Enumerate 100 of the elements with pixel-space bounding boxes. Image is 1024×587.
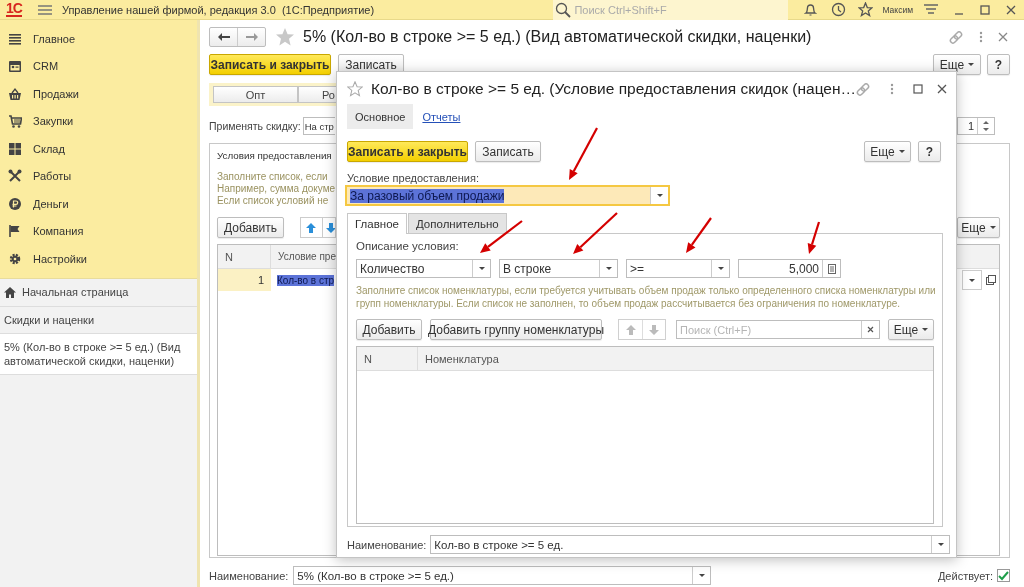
sidebar-item[interactable]: Продажи bbox=[0, 80, 197, 108]
field-label: Описание условия: bbox=[356, 240, 460, 254]
save-button[interactable]: Записать bbox=[475, 141, 541, 162]
tab[interactable]: Главное bbox=[347, 213, 407, 234]
id-card-icon bbox=[8, 59, 22, 74]
more-icon[interactable] bbox=[890, 83, 895, 95]
hint-text: Например, сумма докуме bbox=[217, 183, 336, 195]
field-label: Условие предоставления: bbox=[347, 172, 480, 185]
more-icon[interactable] bbox=[979, 31, 983, 43]
check-icon bbox=[998, 570, 1009, 581]
number-field[interactable]: 5,000 bbox=[738, 259, 841, 278]
more-button[interactable]: Еще bbox=[888, 319, 934, 340]
move-up-icon bbox=[625, 324, 636, 335]
caret-icon bbox=[898, 149, 905, 154]
condition-field[interactable]: За разовый объем продажи bbox=[345, 185, 670, 206]
help-button[interactable]: ? bbox=[918, 141, 941, 162]
apply-field[interactable]: На стр bbox=[302, 117, 335, 135]
maximize-icon[interactable] bbox=[913, 84, 924, 94]
save-close-button[interactable]: Записать и закрыть bbox=[347, 141, 468, 162]
help-button[interactable]: ? bbox=[987, 54, 1010, 75]
field-label: Наименование: bbox=[347, 538, 427, 551]
caret-icon bbox=[922, 327, 929, 332]
move-down-icon bbox=[325, 222, 335, 233]
link-icon[interactable] bbox=[856, 82, 871, 96]
name-field[interactable]: Кол-во в строке >= 5 ед. bbox=[430, 535, 951, 554]
search-icon bbox=[555, 1, 572, 18]
star-icon[interactable] bbox=[275, 27, 295, 47]
app-logo: 1С bbox=[6, 2, 22, 17]
name-field[interactable]: 5% (Кол-во в строке >= 5 ед.) bbox=[293, 566, 712, 585]
nav-tab[interactable]: Основное bbox=[347, 104, 414, 129]
sidebar-item[interactable]: CRM bbox=[0, 52, 197, 80]
column-header: N bbox=[218, 245, 271, 268]
segment-tab[interactable]: Ро bbox=[298, 86, 336, 103]
maximize-icon[interactable] bbox=[980, 4, 990, 15]
spin-icon bbox=[983, 121, 989, 131]
select-field[interactable]: >= bbox=[626, 259, 730, 278]
save-close-button[interactable]: Записать и закрыть bbox=[209, 54, 331, 75]
segment-tab[interactable]: Опт bbox=[213, 86, 298, 103]
column-header: Номенклатура bbox=[424, 351, 500, 367]
hint-text: Заполните список, если bbox=[217, 171, 328, 183]
sidebar-item[interactable]: Настройки bbox=[0, 245, 197, 273]
more-button[interactable]: Еще bbox=[933, 54, 981, 75]
close-icon[interactable] bbox=[937, 84, 948, 94]
close-icon[interactable] bbox=[1006, 4, 1016, 15]
annotation-arrow bbox=[807, 221, 821, 254]
add-button[interactable]: Добавить bbox=[217, 217, 284, 238]
caret-icon bbox=[936, 542, 945, 547]
hint-text: Если список условий не bbox=[217, 195, 329, 207]
select-field[interactable]: В строке bbox=[499, 259, 618, 278]
bell-icon[interactable] bbox=[804, 2, 818, 17]
home-icon bbox=[4, 286, 16, 298]
back-arrow-icon bbox=[217, 33, 230, 41]
sidebar-item[interactable]: Работы bbox=[0, 162, 197, 190]
field-label: Действует: bbox=[937, 569, 993, 582]
cell-field[interactable] bbox=[962, 270, 982, 290]
link-icon[interactable] bbox=[949, 30, 963, 44]
history-icon[interactable] bbox=[831, 2, 847, 17]
form-title: 5% (Кол-во в строке >= 5 ед.) (Вид автоматической скидки, наценки) bbox=[303, 28, 812, 46]
menu-icon[interactable] bbox=[37, 4, 52, 15]
coin-icon bbox=[8, 196, 22, 211]
add-button[interactable]: Добавить bbox=[356, 319, 422, 340]
caret-icon bbox=[697, 573, 706, 578]
history-item[interactable]: Скидки и наценки bbox=[0, 306, 197, 334]
sidebar-item[interactable]: Склад bbox=[0, 135, 197, 163]
select-field[interactable]: Количество bbox=[356, 259, 491, 278]
app-title: Управление нашей фирмой, редакция 3.0 (1С:Предприятие) bbox=[61, 3, 375, 16]
caret-icon bbox=[477, 266, 486, 271]
star-icon[interactable] bbox=[347, 81, 363, 97]
star-icon[interactable] bbox=[858, 2, 874, 17]
move-down-icon bbox=[649, 324, 659, 335]
sidebar-item[interactable]: Закупки bbox=[0, 107, 197, 135]
grid-icon bbox=[8, 141, 22, 156]
group-title: Условия предоставления bbox=[217, 149, 332, 163]
add-group-button[interactable]: Добавить группу номенклатуры bbox=[430, 319, 602, 340]
nav-link[interactable]: Отчеты bbox=[414, 104, 469, 129]
close-icon[interactable] bbox=[998, 32, 1008, 42]
history-item[interactable]: Начальная страница bbox=[0, 278, 197, 307]
spin-field[interactable]: 1 bbox=[957, 117, 995, 135]
settings-menu-icon[interactable] bbox=[924, 4, 938, 15]
tab[interactable]: Дополнительно bbox=[407, 213, 507, 233]
history-item[interactable]: 5% (Кол-во в строке >= 5 ед.) (Вид автоматической скидки, наценки) bbox=[0, 333, 197, 375]
basket-icon bbox=[8, 86, 22, 101]
field-label: Наименование: bbox=[209, 569, 289, 582]
sidebar-item[interactable]: Деньги bbox=[0, 190, 197, 218]
table-cell: 1 bbox=[218, 269, 271, 291]
caret-icon bbox=[968, 277, 976, 283]
hint-text: Заполните список номенклатуры, если требуется учитывать объем продаж только определенного списка номенклатуры или групп номенклатуры. Если список не заполнен, то объем продаж рассчитывается без ограничения по номенклатуре. bbox=[356, 284, 937, 310]
checkbox[interactable] bbox=[997, 569, 1010, 582]
open-icon[interactable] bbox=[986, 275, 996, 285]
clear-icon bbox=[867, 326, 874, 333]
user-name[interactable]: Максим bbox=[882, 4, 913, 15]
sidebar-item[interactable]: Компания bbox=[0, 217, 197, 245]
table-cell: Кол-во в стр bbox=[277, 274, 335, 286]
list-icon bbox=[8, 31, 22, 46]
caret-icon bbox=[968, 62, 975, 67]
more-button[interactable]: Еще bbox=[864, 141, 911, 162]
caret-icon bbox=[716, 266, 725, 271]
more-button[interactable]: Еще bbox=[957, 217, 1000, 238]
annotation-arrow bbox=[686, 217, 712, 253]
sidebar-item[interactable]: Главное bbox=[0, 25, 197, 53]
